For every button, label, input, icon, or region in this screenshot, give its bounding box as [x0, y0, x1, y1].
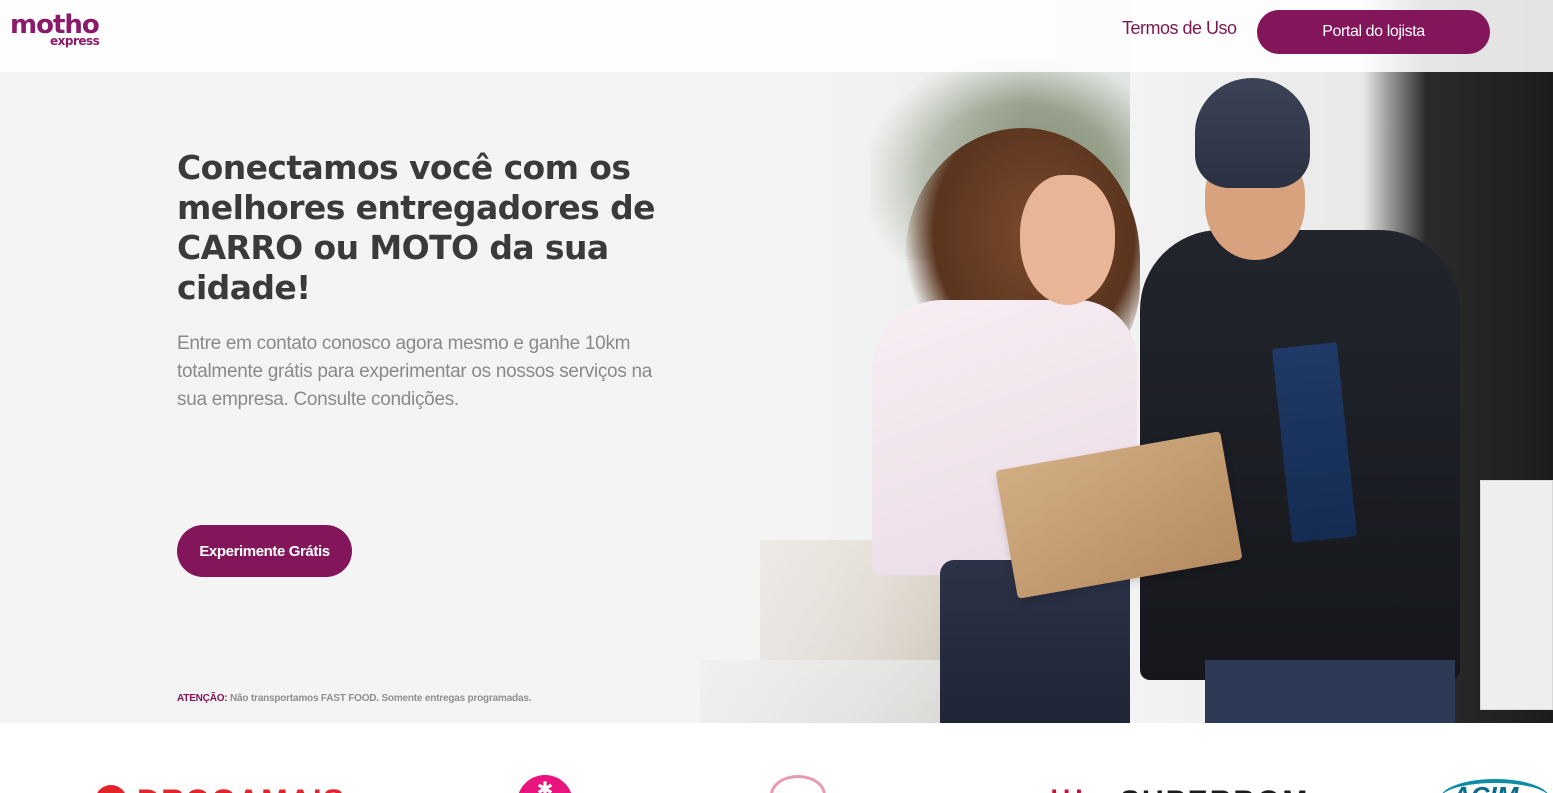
acim-wordmark: ACIM — [1452, 781, 1518, 793]
merchant-portal-button[interactable]: Portal do lojista — [1257, 10, 1490, 54]
warning-label: ATENÇÃO: — [177, 693, 228, 704]
warning-notice: ATENÇÃO: Não transportamos FAST FOOD. So… — [177, 693, 531, 704]
logo-sub-text: express — [50, 34, 100, 48]
courier-jeans — [1205, 660, 1455, 723]
top-header: motho express Termos de Uso Portal do lo… — [0, 0, 1553, 72]
superbom-wordmark: SUPERBOM — [1120, 785, 1309, 793]
courier-cap — [1195, 78, 1310, 188]
try-free-button[interactable]: Experimente Grátis — [177, 525, 352, 577]
customer-face — [1020, 175, 1115, 305]
drogamais-wordmark: DROGAMAIS — [137, 783, 345, 793]
motho-express-logo[interactable]: motho express — [10, 10, 110, 52]
hero-section: Conectamos você com os melhores entregad… — [0, 0, 1553, 723]
partner-logos-strip: DROGAMAIS ✱ ||| SUPERBOM ACIM — [0, 723, 1553, 793]
bunny-ears-icon — [770, 775, 826, 793]
warning-text: Não transportamos FAST FOOD. Somente ent… — [227, 693, 532, 704]
hero-title: Conectamos você com os melhores entregad… — [177, 148, 656, 307]
drogamais-icon — [95, 785, 127, 793]
terms-of-use-link[interactable]: Termos de Uso — [1122, 18, 1237, 39]
hero-description: Entre em contato conosco agora mesmo e g… — [177, 333, 653, 410]
flower-icon: ✱ — [517, 775, 573, 793]
superbom-icon: ||| — [1050, 785, 1087, 793]
